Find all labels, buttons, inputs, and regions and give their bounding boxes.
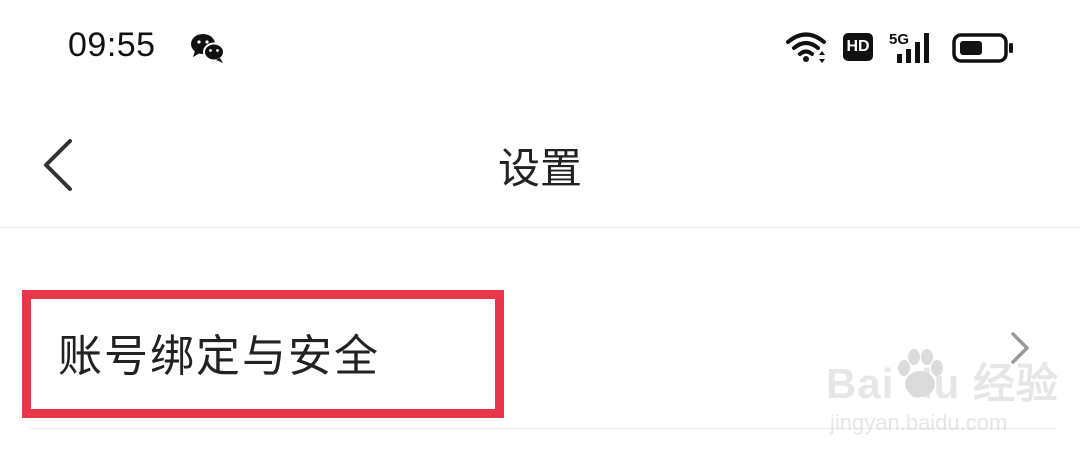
signal-icon: 5G	[889, 31, 929, 63]
baidu-jingyan-watermark: Bai du 经验 jingyan.baidu.com	[826, 348, 1058, 448]
network-type-label: 5G	[889, 31, 909, 48]
paw-icon	[898, 349, 943, 397]
wechat-icon	[191, 34, 225, 63]
settings-screen: 09:55 HD 5G 设置 账号绑定与安全 Bai du 经验 jingyan…	[0, 0, 1080, 466]
battery-icon	[952, 33, 1013, 63]
watermark-url: jingyan.baidu.com	[830, 410, 1008, 435]
settings-item-label: 账号绑定与安全	[58, 331, 380, 382]
status-time: 09:55	[68, 26, 156, 64]
nav-divider	[0, 227, 1080, 228]
nav-bar: 设置	[0, 95, 1080, 227]
hd-icon: HD	[843, 33, 873, 61]
wifi-icon	[786, 32, 826, 63]
status-bar: 09:55 HD 5G	[0, 0, 1080, 95]
page-title: 设置	[497, 144, 582, 193]
